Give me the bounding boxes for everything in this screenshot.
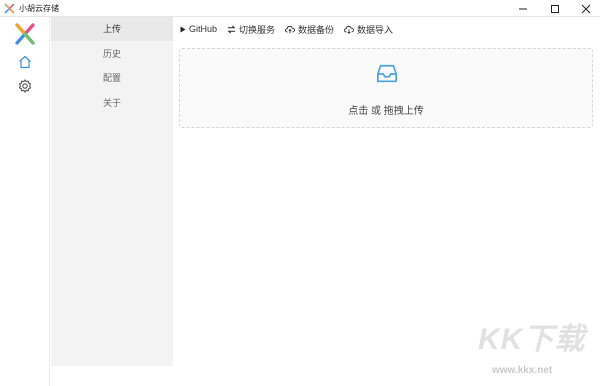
sidebar-item-history[interactable]: 历史 bbox=[51, 42, 173, 66]
watermark-url: www.kkx.net bbox=[492, 365, 553, 376]
maximize-icon bbox=[551, 4, 559, 13]
home-icon[interactable] bbox=[17, 54, 33, 70]
play-icon bbox=[180, 26, 186, 32]
sidebar-item-config[interactable]: 配置 bbox=[51, 66, 173, 90]
upload-hint: 点击 或 拖拽上传 bbox=[348, 106, 424, 117]
cloud-download-icon bbox=[344, 25, 354, 34]
close-button[interactable] bbox=[571, 0, 600, 17]
inbox-icon bbox=[377, 64, 397, 83]
toolbar: GitHub 切换服务 数据备份 数据导入 bbox=[180, 22, 403, 36]
switch-icon bbox=[227, 25, 236, 33]
github-label: GitHub bbox=[189, 24, 218, 34]
icon-rail bbox=[0, 17, 50, 386]
gear-icon[interactable] bbox=[17, 78, 33, 94]
app-logo-icon bbox=[4, 3, 15, 14]
import-label: 数据导入 bbox=[357, 24, 394, 35]
watermark: KK下载 www.kkx.net bbox=[478, 323, 596, 383]
cloud-upload-icon bbox=[285, 25, 295, 33]
switch-service-button[interactable]: 切换服务 bbox=[227, 23, 275, 36]
github-link[interactable]: GitHub bbox=[180, 24, 217, 34]
window-title: 小胡云存储 bbox=[19, 4, 59, 13]
import-button[interactable]: 数据导入 bbox=[344, 23, 393, 36]
minimize-icon bbox=[519, 8, 527, 9]
backup-label: 数据备份 bbox=[298, 24, 335, 35]
close-icon bbox=[581, 4, 591, 13]
sidebar-item-about[interactable]: 关于 bbox=[51, 91, 173, 115]
minimize-button[interactable] bbox=[508, 0, 538, 17]
app-logo-icon bbox=[15, 23, 35, 45]
backup-button[interactable]: 数据备份 bbox=[285, 23, 334, 36]
maximize-button[interactable] bbox=[540, 0, 570, 17]
sidebar-item-upload[interactable]: 上传 bbox=[51, 17, 173, 41]
switch-service-label: 切换服务 bbox=[239, 24, 276, 35]
upload-dropzone[interactable]: 点击 或 拖拽上传 bbox=[179, 48, 593, 128]
sidebar-menu: 上传 历史 配置 关于 bbox=[51, 17, 173, 366]
title-bar: 小胡云存储 bbox=[0, 0, 600, 17]
watermark-text: KK下载 bbox=[478, 323, 586, 356]
